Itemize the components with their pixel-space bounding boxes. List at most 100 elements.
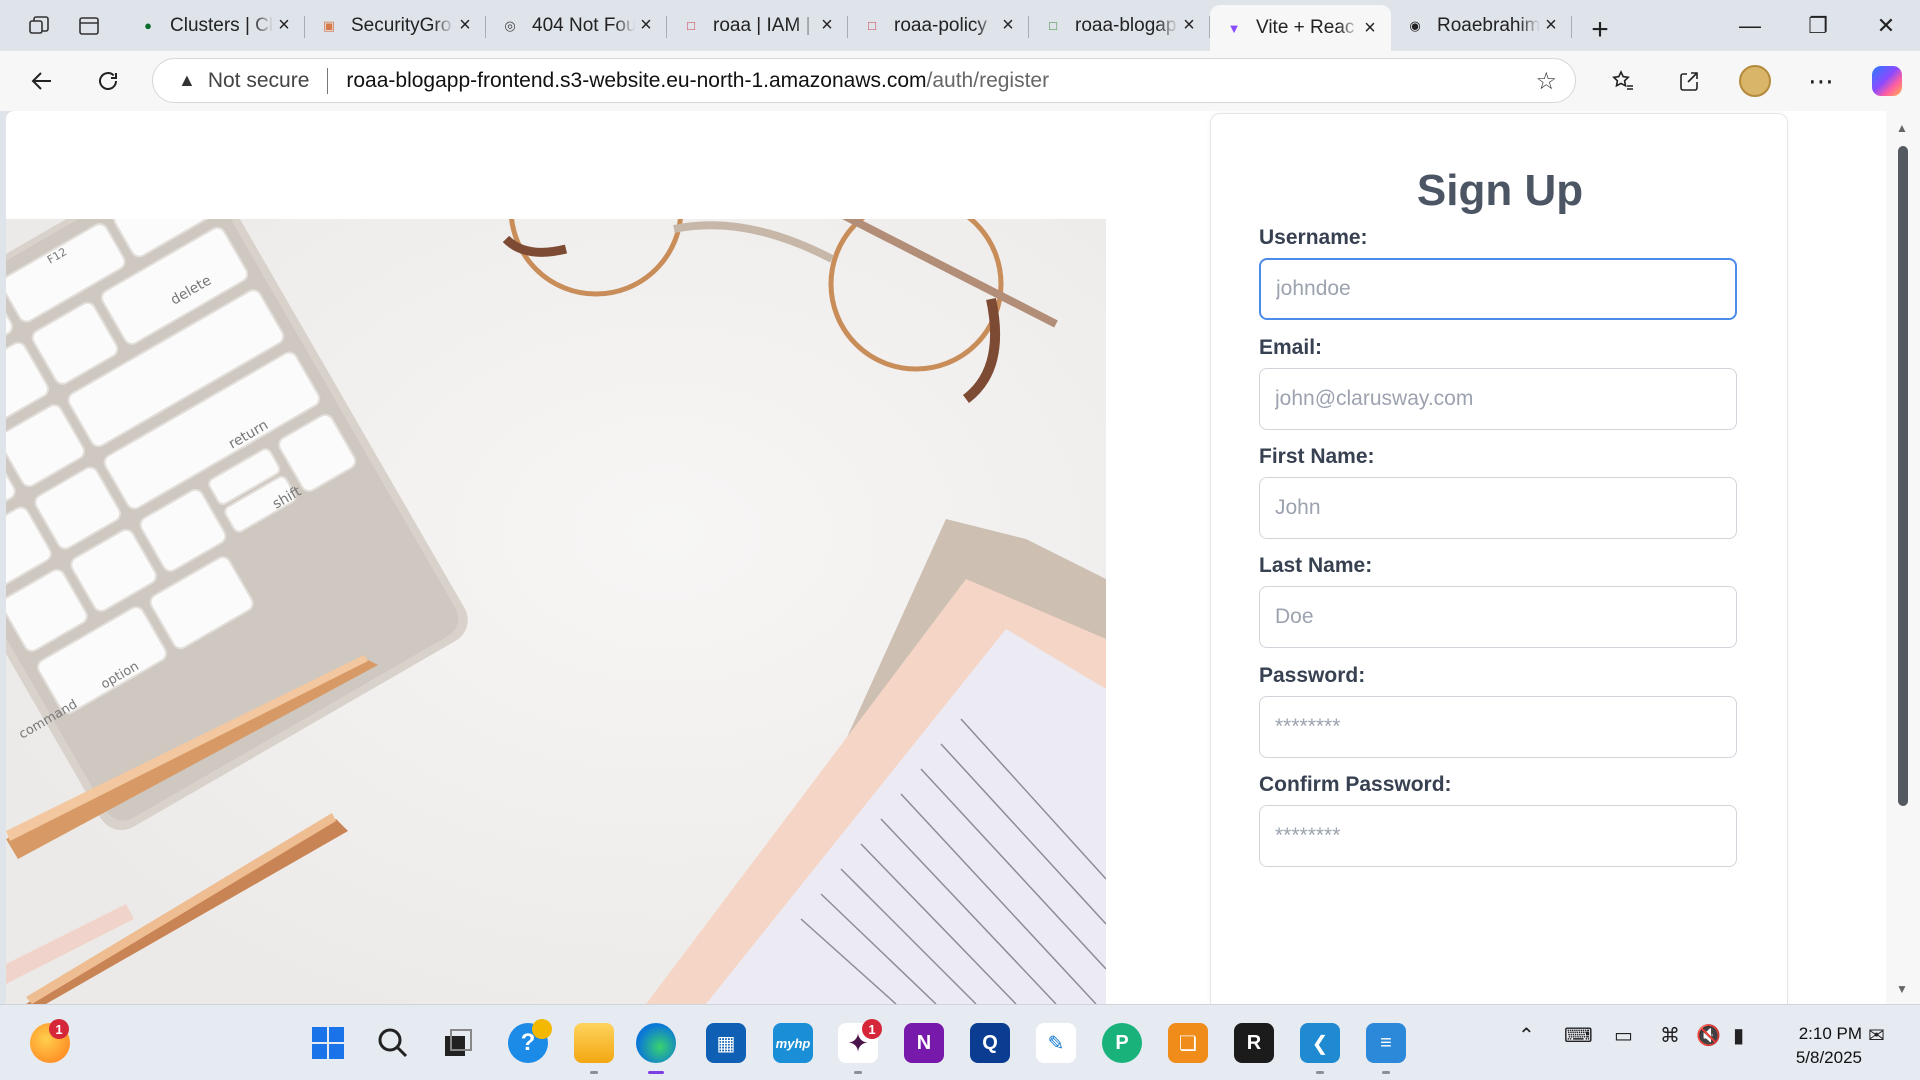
tab-strip: ● Clusters | Cl × ▣ SecurityGro × ◎ 404 Not Fou… — [0, 0, 1920, 51]
desk-photo-illustration: delete return shift option command F12 — [6, 219, 1106, 1004]
volume-muted-icon[interactable]: 🔇 — [1696, 1023, 1721, 1048]
back-button[interactable] — [14, 57, 70, 105]
profile-avatar — [1739, 65, 1771, 97]
store-button[interactable]: ▦ — [706, 1023, 746, 1063]
copilot-button[interactable] — [1854, 57, 1920, 105]
tab-title: Vite + Reac — [1256, 17, 1355, 38]
address-bar[interactable]: ▲ Not secure roaa-blogapp-frontend.s3-we… — [152, 58, 1576, 103]
app-q-button[interactable]: Q — [970, 1023, 1010, 1063]
browser-tab[interactable]: ▼ Vite + Reac × — [1210, 5, 1391, 51]
taskbar: 1 ? ▦ myhp ✦ 1 N Q ✎ P ❏ R ❮ ≡ ⌃ ⌨ ▭ ⌘ 🔇… — [0, 1004, 1920, 1080]
writing-app-button[interactable]: ✎ — [1036, 1023, 1076, 1063]
close-window-button[interactable]: ✕ — [1852, 0, 1920, 51]
first-name-input[interactable] — [1259, 477, 1737, 539]
page-title: Sign Up — [1416, 166, 1584, 215]
refresh-button[interactable] — [80, 57, 136, 105]
confirm-password-input[interactable] — [1259, 805, 1737, 867]
aws-iam-icon: □ — [687, 18, 695, 33]
tab-list: ● Clusters | Cl × ▣ SecurityGro × ◎ 404 Not Fou… — [124, 0, 1572, 51]
globe-icon: ◎ — [504, 17, 516, 33]
notepad-running-dot — [1382, 1071, 1390, 1074]
favorite-star-icon[interactable]: ☆ — [1535, 67, 1557, 96]
profile-button[interactable] — [1722, 57, 1788, 105]
tab-title: SecurityGro — [351, 14, 452, 36]
browser-tab[interactable]: □ roaa-policy × — [848, 5, 1029, 47]
vertical-tabs-icon — [79, 16, 99, 35]
navigation-bar: ▲ Not secure roaa-blogapp-frontend.s3-we… — [0, 51, 1920, 111]
tab-title: Clusters | Cl — [170, 14, 273, 36]
myhp-button[interactable]: myhp — [773, 1023, 813, 1063]
new-tab-button[interactable]: + — [1572, 9, 1628, 51]
help-app-notification-dot — [532, 1019, 552, 1039]
field-label: Last Name: — [1259, 554, 1373, 577]
username-input[interactable] — [1259, 258, 1737, 320]
close-tab-icon[interactable]: × — [1178, 14, 1200, 37]
favorites-button[interactable] — [1590, 57, 1656, 105]
app-p-button[interactable]: P — [1102, 1023, 1142, 1063]
browser-tab[interactable]: □ roaa-blogap × — [1029, 5, 1210, 47]
tab-title: roaa-blogap — [1075, 14, 1177, 36]
field-label: First Name: — [1259, 445, 1375, 468]
copilot-icon — [1872, 66, 1902, 96]
settings-more-button[interactable]: ⋯ — [1788, 57, 1854, 105]
wifi-icon[interactable]: ⌘ — [1660, 1023, 1680, 1048]
close-tab-icon[interactable]: × — [997, 14, 1019, 37]
remote-app-button[interactable]: ❏ — [1168, 1023, 1208, 1063]
vscode-button[interactable]: ❮ — [1300, 1023, 1340, 1063]
glasses-illustration — [502, 219, 1058, 403]
back-arrow-icon — [31, 72, 51, 90]
url-path[interactable]: /auth/register — [927, 69, 1050, 93]
page-scrollbar[interactable]: ▲ ▼ — [1886, 111, 1920, 1004]
start-button[interactable] — [308, 1023, 348, 1063]
scroll-down-icon[interactable]: ▼ — [1896, 982, 1908, 996]
last-name-input[interactable] — [1259, 586, 1737, 648]
restore-button[interactable]: ❐ — [1784, 0, 1852, 51]
minimize-button[interactable]: — — [1716, 0, 1784, 51]
close-tab-icon[interactable]: × — [1359, 17, 1381, 40]
notifications-icon[interactable]: ✉ — [1868, 1023, 1885, 1048]
slack-running-dot — [854, 1071, 862, 1074]
field-label: Password: — [1259, 664, 1366, 687]
rider-app-button[interactable]: R — [1234, 1023, 1274, 1063]
workspaces-icon — [29, 15, 49, 34]
close-tab-icon[interactable]: × — [635, 14, 657, 37]
tab-title: Roaebrahim — [1437, 14, 1540, 36]
notepad-button[interactable]: ≡ — [1366, 1023, 1406, 1063]
email-input[interactable] — [1259, 368, 1737, 430]
display-icon[interactable]: ▭ — [1614, 1023, 1633, 1048]
file-explorer-running-dot — [590, 1071, 598, 1074]
refresh-icon — [99, 72, 117, 90]
browser-tab[interactable]: ◎ 404 Not Fou × — [486, 5, 667, 47]
edge-button[interactable] — [636, 1023, 676, 1063]
scroll-up-icon[interactable]: ▲ — [1896, 121, 1908, 135]
tab-actions-button[interactable] — [64, 0, 114, 51]
close-tab-icon[interactable]: × — [1540, 14, 1562, 37]
scrollbar-thumb[interactable] — [1898, 146, 1908, 806]
address-divider — [327, 67, 329, 94]
browser-tab[interactable]: □ roaa | IAM | × — [667, 5, 848, 47]
keyboard-icon[interactable]: ⌨ — [1564, 1023, 1593, 1048]
share-button[interactable] — [1656, 57, 1722, 105]
page-viewport: delete return shift option command F12 S… — [6, 111, 1886, 1004]
workspaces-button[interactable] — [14, 0, 64, 51]
browser-tab[interactable]: ▣ SecurityGro × — [305, 5, 486, 47]
battery-icon[interactable]: ▮ — [1733, 1023, 1744, 1048]
browser-tab[interactable]: ● Clusters | Cl × — [124, 5, 305, 47]
security-status[interactable]: Not secure — [208, 69, 310, 93]
close-tab-icon[interactable]: × — [816, 14, 838, 37]
search-button[interactable] — [373, 1023, 413, 1063]
password-input[interactable] — [1259, 696, 1737, 758]
url-host[interactable]: roaa-blogapp-frontend.s3-website.eu-nort… — [346, 69, 926, 93]
slack-badge: 1 — [862, 1019, 882, 1039]
close-tab-icon[interactable]: × — [273, 14, 295, 37]
browser-tab[interactable]: ◉ Roaebrahim × — [1391, 5, 1572, 47]
tab-title: roaa-policy — [894, 14, 987, 36]
warning-triangle-icon[interactable]: ▲ — [178, 70, 196, 91]
onenote-button[interactable]: N — [904, 1023, 944, 1063]
system-clock[interactable]: 2:10 PM 5/8/2025 — [1796, 1022, 1862, 1070]
task-view-button[interactable] — [438, 1023, 478, 1063]
show-hidden-icons-button[interactable]: ⌃ — [1518, 1023, 1535, 1048]
file-explorer-button[interactable] — [574, 1023, 614, 1063]
mongodb-leaf-icon: ● — [144, 18, 152, 33]
close-tab-icon[interactable]: × — [454, 14, 476, 37]
